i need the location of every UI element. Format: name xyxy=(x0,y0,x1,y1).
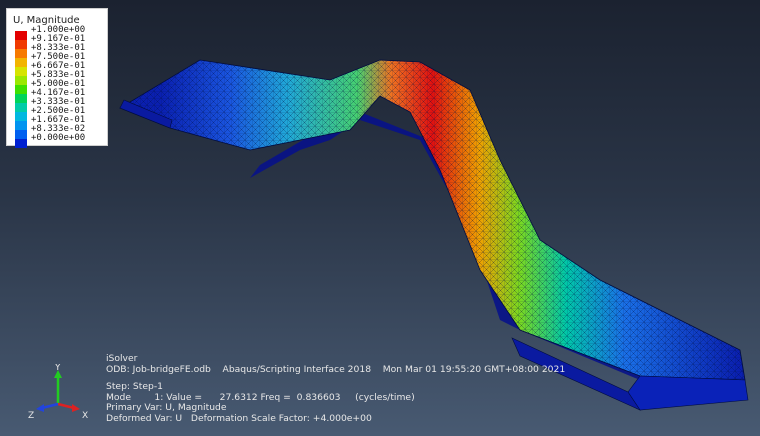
legend-colorbar xyxy=(15,31,27,148)
legend-swatch xyxy=(15,76,27,85)
legend-swatch xyxy=(15,130,27,139)
y-axis-label: Y xyxy=(54,364,61,373)
deformed-var-line: Deformed Var: U Deformation Scale Factor… xyxy=(106,412,372,424)
legend-swatch xyxy=(15,49,27,58)
viewport-info-block: iSolver ODB: Job-bridgeFE.odb Abaqus/Scr… xyxy=(106,353,626,425)
legend-swatch xyxy=(15,94,27,103)
right-abutment xyxy=(627,375,749,411)
legend-swatch xyxy=(15,103,27,112)
legend-swatch xyxy=(15,31,27,40)
legend-swatch xyxy=(15,67,27,76)
legend-swatch xyxy=(15,85,27,94)
z-axis-label: Z xyxy=(28,411,34,420)
legend-swatch xyxy=(15,139,27,148)
bridge-mesh xyxy=(120,60,745,380)
legend-value-label: +0.000e+00 xyxy=(31,133,86,143)
legend-swatch xyxy=(15,121,27,130)
z-axis-arrowhead xyxy=(36,404,44,412)
legend-values: +1.000e+00 +9.167e-01 +8.333e-01 +7.500e-01… xyxy=(31,26,105,143)
x-axis-arrowhead xyxy=(72,404,80,412)
solver-label: iSolver xyxy=(106,353,138,364)
legend-swatch xyxy=(15,58,27,67)
axis-triad: Y X Z xyxy=(28,364,88,420)
legend-swatch xyxy=(15,112,27,121)
odb-line: ODB: Job-bridgeFE.odb Abaqus/Scripting I… xyxy=(106,363,566,375)
legend-swatch xyxy=(15,40,27,49)
z-axis-arrow xyxy=(41,402,59,410)
x-axis-label: X xyxy=(82,411,88,420)
contour-legend: U, Magnitude +1.000e+00 +9.167e-01 +8.333e… xyxy=(6,8,108,148)
x-axis-arrow xyxy=(57,402,75,410)
